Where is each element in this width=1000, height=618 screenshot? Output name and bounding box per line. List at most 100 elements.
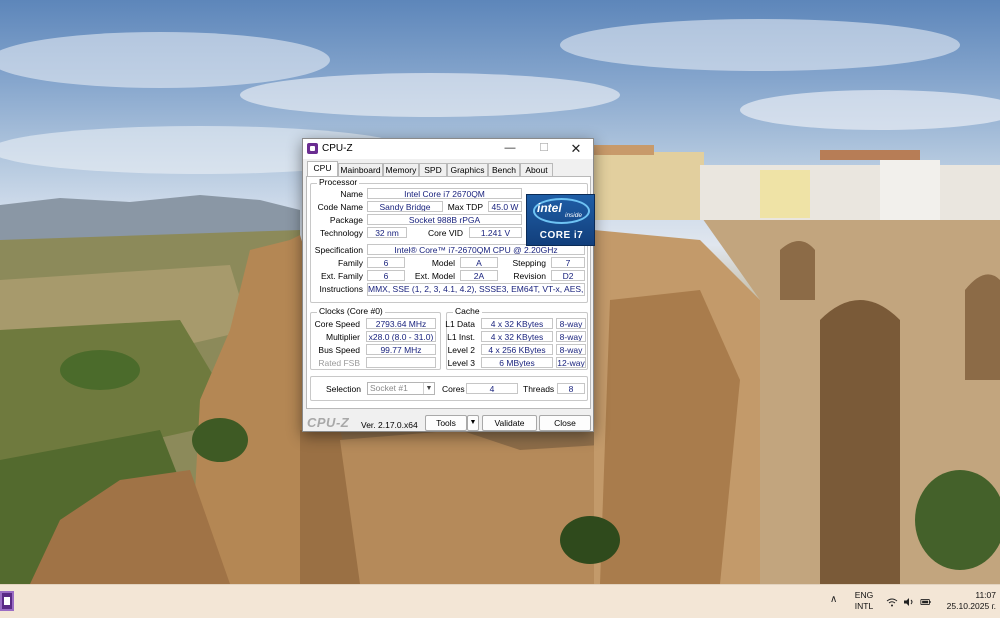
tools-button[interactable]: Tools [425,415,467,431]
l1data-label: L1 Data [445,319,475,329]
chevron-down-icon: ▼ [423,383,434,394]
technology-value: 32 nm [367,227,407,238]
multiplier-label: Multiplier [325,332,360,342]
tab-about[interactable]: About [520,163,553,176]
instructions-label: Instructions [319,284,363,294]
close-button[interactable]: Close [539,415,591,431]
corevid-value: 1.241 V [469,227,522,238]
processor-group: Processor Name Intel Core i7 2670QM Code… [310,177,595,303]
cpuz-brand-logo: CPU-Z [307,415,350,430]
chevron-down-icon: ▼ [469,419,477,426]
name-value: Intel Core i7 2670QM [367,188,522,199]
cores-value: 4 [466,383,518,394]
level2-label: Level 2 [447,345,475,355]
clock-time: 11:07 [975,590,996,600]
show-hidden-icons-chevron-up-icon[interactable]: ∧ [830,594,837,605]
revision-label: Revision [513,271,546,281]
cache-group-title: Cache [453,306,482,316]
clocks-group-title: Clocks (Core #0) [317,306,385,316]
intel-logo-line: CORE i7 [539,230,584,241]
wifi-icon[interactable] [886,597,898,607]
threads-label: Threads [523,384,555,394]
level2-value: 4 x 256 KBytes [481,344,553,355]
level2-assoc: 8-way [556,344,586,355]
ratedfsb-value [366,357,436,368]
level3-value: 6 MBytes [481,357,553,368]
package-value: Socket 988B rPGA [367,214,522,225]
minimize-button[interactable]: — [493,139,527,159]
cpu-tab-panel: Processor Name Intel Core i7 2670QM Code… [306,176,595,409]
tab-cpu[interactable]: CPU [307,161,338,176]
revision-value: D2 [551,270,585,281]
maxtdp-label: Max TDP [447,202,483,212]
model-value: A [460,257,498,268]
tab-graphics[interactable]: Graphics [447,163,488,176]
keyboard-layout: INTL [854,601,874,611]
cores-label: Cores [442,384,465,394]
level3-label: Level 3 [447,358,475,368]
socket-select-value: Socket #1 [370,383,408,393]
extmodel-value: 2A [460,270,498,281]
intel-logo-word: intel [537,201,562,215]
intel-core-i7-logo: intel inside CORE i7 [526,194,595,246]
tab-mainboard[interactable]: Mainboard [338,163,383,176]
family-label: Family [337,258,363,268]
corevid-label: Core VID [428,228,463,238]
codename-value: Sandy Bridge [367,201,443,212]
stepping-label: Stepping [512,258,546,268]
l1inst-assoc: 8-way [556,331,586,342]
multiplier-value: x28.0 (8.0 - 31.0) [366,331,436,342]
clock-date: 25.10.2025 г. [946,601,996,611]
tools-dropdown-button[interactable]: ▼ [467,415,479,431]
busspeed-label: Bus Speed [318,345,360,355]
corespeed-value: 2793.64 MHz [366,318,436,329]
specification-label: Specification [314,245,363,255]
volume-icon[interactable] [903,597,915,607]
extfamily-value: 6 [367,270,405,281]
l1data-assoc: 8-way [556,318,586,329]
tab-memory[interactable]: Memory [383,163,419,176]
l1data-value: 4 x 32 KBytes [481,318,553,329]
busspeed-value: 99.77 MHz [366,344,436,355]
close-window-button[interactable]: ✕ [559,139,593,159]
cache-group: Cache L1 Data 4 x 32 KBytes 8-way L1 Ins… [445,306,588,370]
intel-logo-inside: inside [565,212,582,219]
family-value: 6 [367,257,405,268]
validate-button[interactable]: Validate [482,415,537,431]
extfamily-label: Ext. Family [320,271,363,281]
window-title: CPU-Z [322,143,353,154]
technology-label: Technology [319,228,363,238]
input-language-indicator[interactable]: ENG INTL [850,590,878,612]
package-label: Package [329,215,363,225]
selection-group: Selection Socket #1 ▼ Cores 4 Threads 8 [310,376,588,401]
tab-bench[interactable]: Bench [488,163,520,176]
codename-label: Code Name [317,202,363,212]
threads-value: 8 [557,383,585,394]
ratedfsb-label: Rated FSB [318,358,360,368]
maxtdp-value: 45.0 W [488,201,522,212]
l1inst-value: 4 x 32 KBytes [481,331,553,342]
version-label: Ver. 2.17.0.x64 [361,420,418,430]
corespeed-label: Core Speed [314,319,360,329]
l1inst-label: L1 Inst. [447,332,475,342]
tab-spd[interactable]: SPD [419,163,447,176]
language-code: ENG [854,590,874,600]
taskbar-cpuz-app-icon[interactable] [0,591,14,611]
instructions-value: MMX, SSE (1, 2, 3, 4.1, 4.2), SSSE3, EM6… [367,283,585,296]
cpuz-window: CPU-Z — ☐ ✕ CPU Mainboard Memory SPD Gra… [302,138,595,432]
model-label: Model [431,258,455,268]
title-bar[interactable]: CPU-Z — ☐ ✕ [303,139,593,159]
selection-label: Selection [326,384,361,394]
processor-group-title: Processor [317,177,360,187]
level3-assoc: 12-way [556,357,586,368]
socket-select[interactable]: Socket #1 ▼ [367,382,435,395]
system-clock[interactable]: 11:07 25.10.2025 г. [940,590,996,612]
clocks-group: Clocks (Core #0) Core Speed 2793.64 MHz … [310,306,441,370]
taskbar: ∧ ENG INTL 11:07 25.10.2025 г. [0,584,1000,618]
stepping-value: 7 [551,257,585,268]
maximize-button[interactable]: ☐ [527,139,561,159]
battery-icon[interactable] [920,597,932,607]
extmodel-label: Ext. Model [414,271,455,281]
cpuz-app-icon [307,143,318,154]
name-label: Name [340,189,363,199]
